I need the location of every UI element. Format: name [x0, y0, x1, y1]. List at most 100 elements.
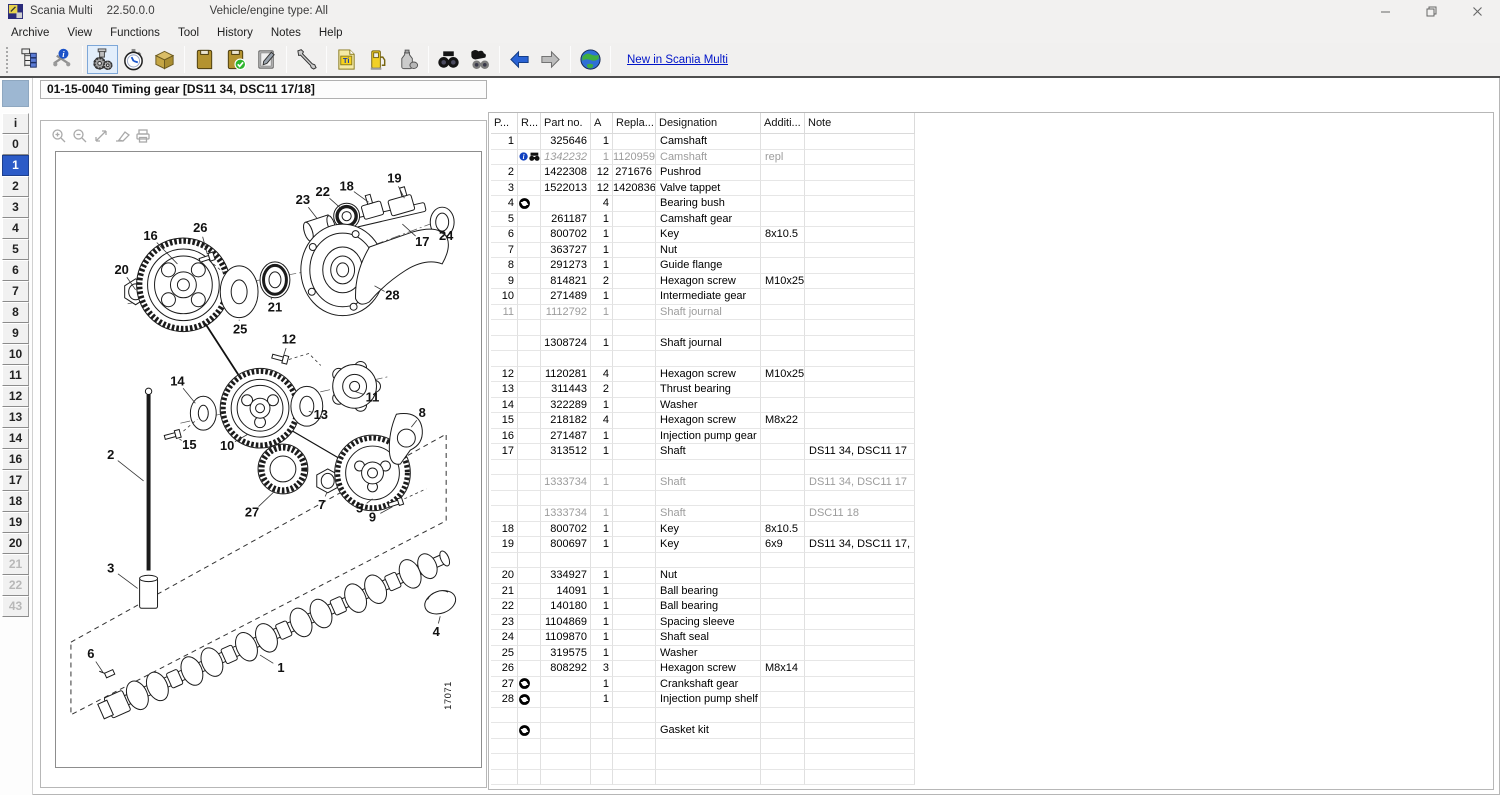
table-row[interactable]: 73637271Nut	[491, 243, 1493, 259]
table-row[interactable]: 173135121ShaftDS11 34, DSC11 17	[491, 444, 1493, 460]
table-row[interactable]: 44Bearing bush	[491, 196, 1493, 212]
column-header-8[interactable]: Note	[805, 113, 915, 134]
table-row[interactable]: 102714891Intermediate gear	[491, 289, 1493, 305]
toolbar-grip[interactable]	[6, 47, 12, 73]
service-manual-checked-button[interactable]	[220, 45, 251, 74]
table-row[interactable]	[491, 491, 1493, 507]
menu-view[interactable]: View	[58, 25, 101, 41]
column-header-1[interactable]: P...	[491, 113, 518, 134]
table-row[interactable]: 13087241Shaft journal	[491, 336, 1493, 352]
zoom-in-icon[interactable]	[50, 127, 67, 144]
table-row[interactable]: 52611871Camshaft gear	[491, 212, 1493, 228]
table-row[interactable]: 221401801Ball bearing	[491, 599, 1493, 615]
menu-history[interactable]: History	[208, 25, 262, 41]
spare-parts-button[interactable]	[87, 45, 118, 74]
table-row[interactable]: 143222891Washer	[491, 398, 1493, 414]
page-tab-2[interactable]: 2	[2, 176, 29, 197]
column-header-7[interactable]: Additi...	[761, 113, 805, 134]
table-row[interactable]: 152181824Hexagon screwM8x22	[491, 413, 1493, 429]
page-tab-12[interactable]: 12	[2, 386, 29, 407]
page-tab-5[interactable]: 5	[2, 239, 29, 260]
table-row[interactable]: 281Injection pump shelf	[491, 692, 1493, 708]
table-row[interactable]: 1211202814Hexagon screwM10x25	[491, 367, 1493, 383]
table-row[interactable]	[491, 708, 1493, 724]
table-row[interactable]: 13337341ShaftDSC11 18	[491, 506, 1493, 522]
table-row[interactable]	[491, 553, 1493, 569]
fuel-pump-button[interactable]	[362, 45, 393, 74]
table-row[interactable]: 68007021Key8x10.5	[491, 227, 1493, 243]
table-row[interactable]: 188007021Key8x10.5	[491, 522, 1493, 538]
fit-view-icon[interactable]	[92, 127, 109, 144]
page-tab-14[interactable]: 14	[2, 428, 29, 449]
column-header-4[interactable]: A	[591, 113, 613, 134]
table-row[interactable]: 162714871Injection pump gear	[491, 429, 1493, 445]
table-row[interactable]: 271Crankshaft gear	[491, 677, 1493, 693]
technical-info-button[interactable]: Ti	[331, 45, 362, 74]
table-row[interactable]: 31522013121420836Valve tappet	[491, 181, 1493, 197]
back-button[interactable]	[504, 45, 535, 74]
service-time-button[interactable]	[118, 45, 149, 74]
new-in-scania-multi-link[interactable]: New in Scania Multi	[627, 54, 728, 66]
menu-functions[interactable]: Functions	[101, 25, 169, 41]
table-row[interactable]	[491, 770, 1493, 786]
table-row[interactable]	[491, 351, 1493, 367]
restore-button[interactable]	[1408, 0, 1454, 22]
binoculars-parts-button[interactable]	[464, 45, 495, 74]
print-icon[interactable]	[134, 127, 151, 144]
component-info-button[interactable]: i	[47, 45, 78, 74]
table-row[interactable]: 1111127921Shaft journal	[491, 305, 1493, 321]
menu-archive[interactable]: Archive	[2, 25, 58, 41]
page-tab-8[interactable]: 8	[2, 302, 29, 323]
page-tab-11[interactable]: 11	[2, 365, 29, 386]
page-tab-4[interactable]: 4	[2, 218, 29, 239]
page-tab-17[interactable]: 17	[2, 470, 29, 491]
page-tab-20[interactable]: 20	[2, 533, 29, 554]
menu-tool[interactable]: Tool	[169, 25, 208, 41]
forward-button[interactable]	[535, 45, 566, 74]
page-tab-i[interactable]: i	[2, 113, 29, 134]
page-tab-13[interactable]: 13	[2, 407, 29, 428]
table-row[interactable]: 2142230812271676Pushrod	[491, 165, 1493, 181]
column-header-2[interactable]: R...	[518, 113, 541, 134]
web-button[interactable]	[575, 45, 606, 74]
table-row[interactable]: 98148212Hexagon screwM10x25	[491, 274, 1493, 290]
page-tab-0[interactable]: 0	[2, 134, 29, 155]
table-row[interactable]	[491, 754, 1493, 770]
table-row[interactable]	[491, 739, 1493, 755]
table-row[interactable]: i134223211120959Camshaftrepl	[491, 150, 1493, 166]
page-tab-1[interactable]: 1	[2, 155, 29, 176]
page-tab-18[interactable]: 18	[2, 491, 29, 512]
table-row[interactable]: 268082923Hexagon screwM8x14	[491, 661, 1493, 677]
page-tab-10[interactable]: 10	[2, 344, 29, 365]
page-tab-19[interactable]: 19	[2, 512, 29, 533]
eraser-icon[interactable]	[113, 127, 130, 144]
table-row[interactable]	[491, 320, 1493, 336]
menu-help[interactable]: Help	[310, 25, 352, 41]
page-tab-6[interactable]: 6	[2, 260, 29, 281]
table-row[interactable]: 13256461Camshaft	[491, 134, 1493, 150]
table-row[interactable]: 13337341ShaftDS11 34, DSC11 17	[491, 475, 1493, 491]
column-header-5[interactable]: Repla...	[613, 113, 656, 134]
table-row[interactable]	[491, 460, 1493, 476]
column-header-6[interactable]: Designation	[656, 113, 761, 134]
table-row[interactable]: 82912731Guide flange	[491, 258, 1493, 274]
table-row[interactable]: 2311048691Spacing sleeve	[491, 615, 1493, 631]
minimize-button[interactable]	[1362, 0, 1408, 22]
table-row[interactable]: Gasket kit	[491, 723, 1493, 739]
page-tab-3[interactable]: 3	[2, 197, 29, 218]
parts-tree-button[interactable]	[16, 45, 47, 74]
page-tab-9[interactable]: 9	[2, 323, 29, 344]
workshop-manual-button[interactable]	[189, 45, 220, 74]
tools-button[interactable]	[291, 45, 322, 74]
notes-book-button[interactable]	[251, 45, 282, 74]
table-row[interactable]: 133114432Thrust bearing	[491, 382, 1493, 398]
binoculars-search-button[interactable]	[433, 45, 464, 74]
lubricants-button[interactable]	[393, 45, 424, 74]
package-button[interactable]	[149, 45, 180, 74]
table-row[interactable]: 198006971Key6x9DS11 34, DSC11 17,	[491, 537, 1493, 553]
column-header-3[interactable]: Part no.	[541, 113, 591, 134]
page-tab-16[interactable]: 16	[2, 449, 29, 470]
zoom-out-icon[interactable]	[71, 127, 88, 144]
close-button[interactable]	[1454, 0, 1500, 22]
table-row[interactable]: 2411098701Shaft seal	[491, 630, 1493, 646]
